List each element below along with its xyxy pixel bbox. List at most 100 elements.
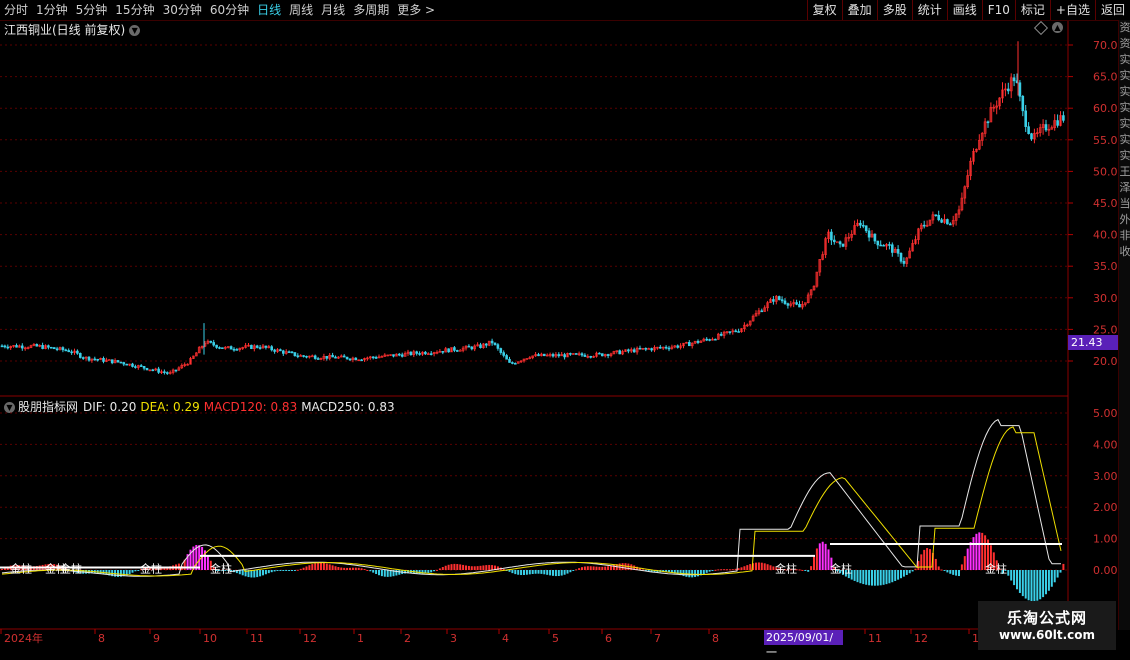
candle-body <box>1027 126 1030 134</box>
macd-bar <box>418 570 421 574</box>
macd-bar <box>766 564 769 570</box>
side-info-strip[interactable]: 资资实实实实实实实王泽当外非收 <box>1118 20 1130 630</box>
candle-body <box>511 362 514 364</box>
candle-body <box>922 224 926 227</box>
macd-bar <box>815 548 818 570</box>
macd-bar <box>311 564 314 570</box>
candle-body <box>583 354 587 357</box>
macd-tick-label: 4.00 <box>1093 438 1118 451</box>
candle-body <box>87 356 91 361</box>
candle-body <box>490 340 494 344</box>
macd-bar <box>737 568 740 570</box>
watermark: 乐淘公式网 www.60lt.com <box>978 601 1116 650</box>
candle-body <box>505 355 508 360</box>
macd-bar <box>465 565 467 570</box>
macd-bar <box>1042 570 1045 598</box>
macd-bar <box>1027 570 1030 601</box>
macd-bar <box>259 570 262 577</box>
macd-bar <box>902 570 905 577</box>
candle-body <box>484 343 488 346</box>
candle-body <box>946 219 949 225</box>
macd-bar <box>427 570 430 574</box>
candle-body <box>49 346 53 349</box>
candle-body <box>664 346 668 349</box>
macd-bar <box>940 569 943 571</box>
side-char-0: 资 <box>1119 21 1130 34</box>
x-axis-label: 2024年 <box>4 631 43 645</box>
candle-body <box>1044 124 1048 131</box>
macd-bar <box>960 564 963 570</box>
candle-body <box>61 347 65 351</box>
macd-bar <box>952 570 955 575</box>
candle-body <box>879 244 883 247</box>
macd-bar <box>595 566 598 570</box>
macd-bar <box>467 565 470 570</box>
x-axis-label: 8 <box>98 632 105 645</box>
candle-body <box>0 345 4 348</box>
candle-body <box>638 347 642 350</box>
candle-body <box>229 346 233 350</box>
candle-body <box>772 299 775 302</box>
macd-bar <box>760 562 763 570</box>
candle-body <box>867 230 871 238</box>
macd-bar <box>293 570 296 571</box>
x-axis-label: 11 <box>868 632 882 645</box>
candle-body <box>334 356 337 359</box>
macd-bar <box>714 569 717 571</box>
macd-bar <box>520 570 523 576</box>
macd-bar <box>549 570 552 576</box>
candle-body <box>986 121 990 124</box>
current-price-tag: 21.43 <box>1068 335 1118 350</box>
macd-tick-label: 3.00 <box>1093 470 1118 483</box>
candle-body <box>1024 110 1027 127</box>
side-char-3: 实 <box>1119 69 1130 82</box>
candle-body <box>1012 77 1016 82</box>
macd-bar <box>882 570 885 585</box>
macd-bar <box>380 570 383 577</box>
x-axis-label: 12 <box>303 632 317 645</box>
macd-bar <box>476 566 479 570</box>
candle-body <box>1006 88 1010 92</box>
candle-body <box>424 351 427 355</box>
macd-bar <box>270 570 273 573</box>
candle-body <box>209 340 213 343</box>
macd-bar <box>198 545 201 570</box>
candle-body <box>650 348 653 351</box>
candle-body <box>618 350 622 355</box>
macd-bar <box>592 566 595 570</box>
kline-chart[interactable]: 70.0065.0060.0055.0050.0045.0040.0035.00… <box>0 0 1130 650</box>
candle-body <box>142 366 146 369</box>
candle-body <box>580 353 584 356</box>
macd-bar <box>314 563 317 570</box>
macd-bar <box>972 537 975 570</box>
candle-body <box>221 347 224 349</box>
macd-bar <box>459 564 462 570</box>
macd-bar <box>769 565 772 570</box>
candle-body <box>798 304 801 308</box>
macd-bar <box>731 569 734 571</box>
candle-body <box>270 346 274 351</box>
macd-bar <box>354 567 357 570</box>
macd-bar <box>340 567 343 570</box>
macd-bar <box>351 567 354 570</box>
macd-bar <box>888 570 891 584</box>
macd-bar <box>552 570 554 576</box>
macd-bar <box>253 570 256 578</box>
macd-bar <box>975 533 978 570</box>
watermark-url: www.60lt.com <box>998 628 1096 642</box>
macd-bar <box>720 569 723 571</box>
macd-tick-label: 0.00 <box>1093 564 1118 577</box>
candle-body <box>287 351 291 353</box>
macd-bar <box>581 567 583 570</box>
macd-bar <box>955 570 958 576</box>
candle-body <box>157 368 160 373</box>
macd-bar <box>1021 570 1024 597</box>
x-axis-label: 12 <box>914 632 928 645</box>
macd-bar <box>911 570 914 572</box>
macd-bar <box>859 570 862 584</box>
candle-body <box>116 360 120 363</box>
dea-line <box>1 426 1062 577</box>
candle-body <box>569 353 572 355</box>
candle-body <box>41 345 44 349</box>
candle-body <box>696 340 700 343</box>
